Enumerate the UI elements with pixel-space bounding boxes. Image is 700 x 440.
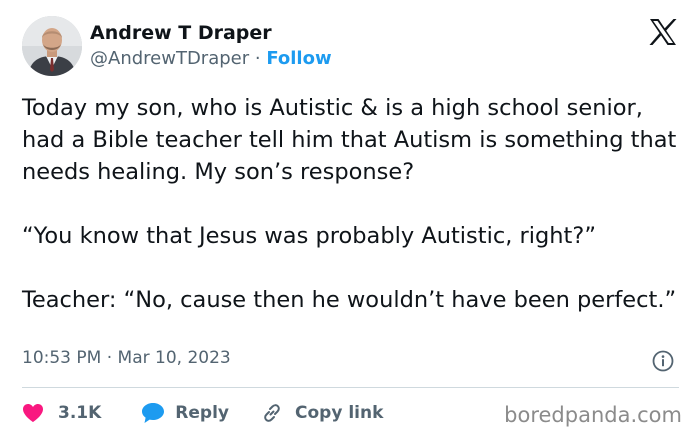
like-count: 3.1K [58,403,102,423]
follow-button[interactable]: Follow [266,48,331,69]
avatar[interactable] [22,16,82,76]
author-name[interactable]: Andrew T Draper [90,22,272,44]
profile-photo [22,16,82,76]
link-icon [264,404,280,422]
reply-button[interactable]: Reply [141,402,229,424]
divider [22,387,679,388]
like-button[interactable]: 3.1K [22,403,101,423]
x-logo-icon[interactable] [648,18,678,46]
tweet-text: Today my son, who is Autistic & is a hig… [22,95,677,313]
reply-bubble-icon [142,403,165,423]
separator-dot: · [249,48,267,69]
copy-link-label: Copy link [295,403,384,423]
watermark: boredpanda.com [504,403,682,427]
info-icon[interactable] [652,350,674,372]
reply-label: Reply [175,403,229,423]
tweet-timestamp[interactable]: 10:53 PM · Mar 10, 2023 [22,348,231,368]
author-handle-row: @AndrewTDraper · Follow [90,48,332,69]
author-handle[interactable]: @AndrewTDraper [90,48,249,69]
heart-icon [23,404,43,422]
action-bar: 3.1K Reply Copy link [22,399,383,427]
copy-link-button[interactable]: Copy link [261,402,383,424]
